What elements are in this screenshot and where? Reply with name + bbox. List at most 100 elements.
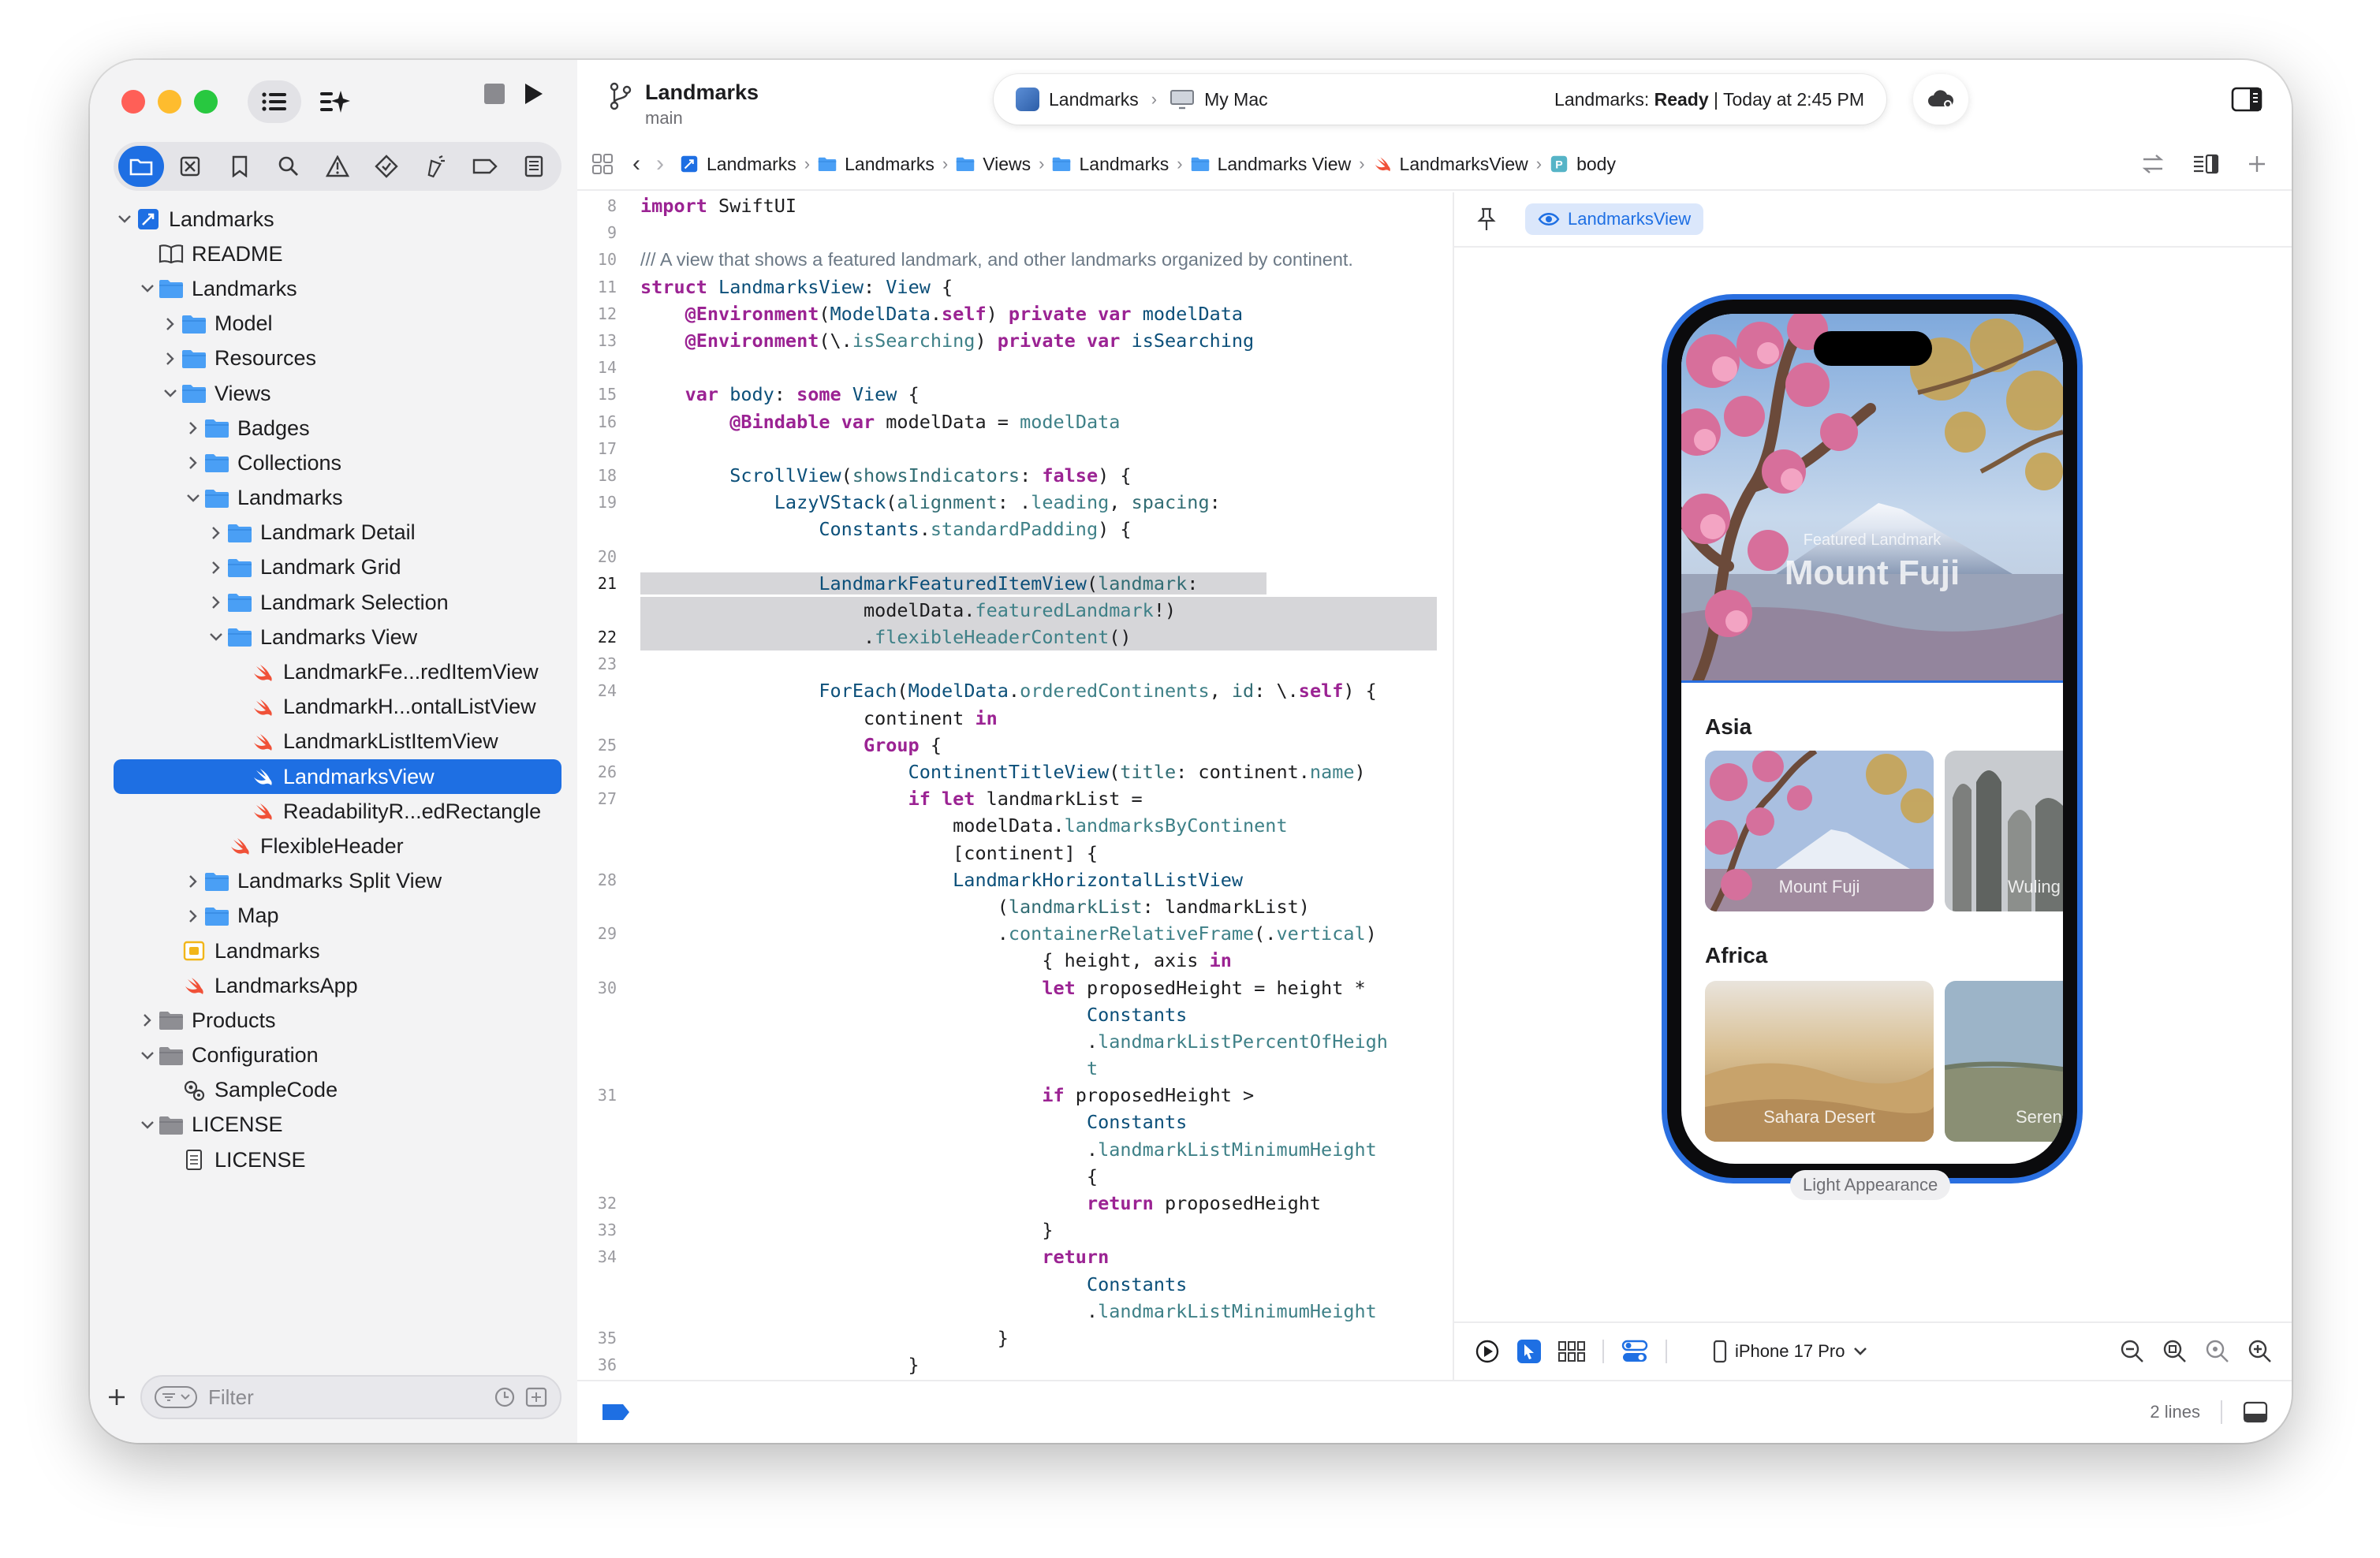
code-line[interactable]: { [577,1163,1453,1190]
code-line[interactable]: 19 LazyVStack(alignment: .leading, spaci… [577,489,1453,516]
code-line[interactable]: 17 [577,435,1453,462]
filter-field[interactable]: Filter [140,1375,561,1419]
pin-icon[interactable] [1476,207,1497,232]
tree-item[interactable]: LandmarksApp [90,968,577,1003]
code-line[interactable]: [continent] { [577,840,1453,867]
preview-device-selector[interactable]: iPhone 17 Pro [1713,1340,1868,1363]
code-line[interactable]: modelData.landmarksByContinent [577,812,1453,839]
chevron-right-icon[interactable] [159,317,181,331]
chevron-right-icon[interactable] [136,1013,159,1027]
chevron-right-icon[interactable] [159,352,181,366]
tree-item[interactable]: README [90,237,577,271]
minimize-window-button[interactable] [158,90,181,114]
chevron-down-icon[interactable] [136,284,159,293]
landmark-card-wuling[interactable]: Wuling [1945,751,2063,911]
report-navigator-tab[interactable] [511,146,557,187]
jump-bar-item[interactable]: Views [956,154,1031,175]
tree-item[interactable]: Resources [90,341,577,376]
code-line[interactable]: 22 .flexibleHeaderContent() [577,624,1453,651]
tree-item[interactable]: LICENSE [90,1108,577,1142]
chevron-down-icon[interactable] [136,1120,159,1130]
landmark-card-serengeti[interactable]: Seren [1945,981,2063,1142]
code-line[interactable]: 21 LandmarkFeaturedItemView(landmark: [577,570,1453,597]
landmark-card-sahara[interactable]: Sahara Desert [1705,981,1934,1142]
code-line[interactable]: .landmarkListMinimumHeight [577,1298,1453,1325]
code-line[interactable]: 30 let proposedHeight = height * [577,974,1453,1001]
chevron-right-icon[interactable] [205,595,227,609]
code-line[interactable]: 10 /// A view that shows a featured landm… [577,246,1453,273]
chevron-down-icon[interactable] [159,389,181,398]
jump-bar-item[interactable]: Landmarks View [1191,154,1351,175]
zoom-window-button[interactable] [194,90,218,114]
code-line[interactable]: 14 [577,354,1453,381]
back-icon[interactable]: ‹ [632,151,640,177]
source-editor[interactable]: 8 import SwiftUI 9 10 /// A view that shows … [577,192,1453,1380]
code-line[interactable]: 20 [577,542,1453,569]
code-line[interactable]: 8 import SwiftUI [577,192,1453,219]
tree-item[interactable]: ReadabilityR...edRectangle [90,794,577,829]
tree-item[interactable]: Landmarks Split View [90,864,577,899]
code-line[interactable]: Constants [577,1271,1453,1298]
code-line[interactable]: 11 struct LandmarksView: View { [577,274,1453,300]
code-line[interactable]: Constants.standardPadding) { [577,516,1453,542]
test-navigator-tab[interactable] [364,146,409,187]
chevron-right-icon[interactable] [205,526,227,540]
source-control-filter-icon[interactable] [525,1386,547,1408]
code-line[interactable]: 36 } [577,1351,1453,1378]
debug-area-toggle-icon[interactable] [2243,1401,2268,1423]
code-line[interactable]: { height, axis in [577,947,1453,974]
add-editor-icon[interactable] [2246,153,2268,175]
code-line[interactable]: .landmarkListPercentOfHeigh [577,1028,1453,1055]
run-destination-selector[interactable]: My Mac [1204,89,1268,110]
preview-view-chip[interactable]: LandmarksView [1525,203,1704,235]
code-line[interactable]: 33 } [577,1217,1453,1243]
tree-item[interactable]: Landmark Detail [90,516,577,550]
code-line[interactable]: 16 @Bindable var modelData = modelData [577,408,1453,435]
code-line[interactable]: 25 Group { [577,732,1453,758]
landmark-card-mount-fuji[interactable]: Mount Fuji [1705,751,1934,911]
zoom-fit-icon[interactable] [2162,1339,2188,1364]
tree-item[interactable]: LandmarkListItemView [90,725,577,759]
live-mode-icon[interactable] [1475,1339,1500,1364]
stop-button[interactable] [484,84,505,104]
code-line[interactable]: 27 if let landmarkList = [577,785,1453,812]
jump-bar-item[interactable]: Pbody [1550,154,1616,175]
tree-item[interactable]: Badges [90,411,577,445]
coding-assistant-button[interactable] [312,80,356,123]
tree-item[interactable]: Landmarks View [90,620,577,654]
chevron-down-icon[interactable] [205,632,227,642]
tree-item[interactable]: LandmarksView [114,759,561,795]
chevron-right-icon[interactable] [182,456,204,470]
zoom-in-icon[interactable] [2248,1339,2273,1364]
chevron-down-icon[interactable] [182,494,204,503]
bookmark-navigator-tab[interactable] [216,146,262,187]
code-line[interactable]: 26 ContinentTitleView(title: continent.n… [577,758,1453,785]
code-line[interactable]: 31 if proposedHeight > [577,1082,1453,1109]
code-line[interactable]: t [577,1055,1453,1082]
tree-item[interactable]: LICENSE [90,1142,577,1177]
recent-files-icon[interactable] [494,1386,516,1408]
close-window-button[interactable] [121,90,145,114]
inspector-toggle-button[interactable] [2225,80,2268,118]
related-items-icon[interactable] [591,153,614,175]
swap-icon[interactable] [2140,153,2166,175]
tree-item[interactable]: Landmarks [90,481,577,516]
code-line[interactable]: 28 LandmarkHorizontalListView [577,867,1453,893]
jump-bar-item[interactable]: Landmarks [680,154,796,175]
code-line[interactable]: 29 .containerRelativeFrame(.vertical) [577,920,1453,947]
appearance-label[interactable]: Light Appearance [1790,1170,1951,1200]
jump-bar-item[interactable]: Landmarks [818,154,934,175]
code-line[interactable]: Constants [577,1109,1453,1135]
tree-item[interactable]: Configuration [90,1038,577,1073]
code-line[interactable]: 32 return proposedHeight [577,1190,1453,1217]
chevron-right-icon[interactable] [182,421,204,435]
project-branch-info[interactable]: Landmarks main [609,80,759,129]
tree-item[interactable]: Landmark Grid [90,550,577,585]
debug-navigator-tab[interactable] [412,146,458,187]
tree-item[interactable]: Landmarks [90,934,577,968]
find-navigator-tab[interactable] [266,146,311,187]
grid-variants-icon[interactable] [1558,1340,1585,1362]
run-icon[interactable] [522,82,544,106]
chevron-down-icon[interactable] [136,1051,159,1060]
code-line[interactable]: modelData.featuredLandmark!) [577,596,1453,624]
